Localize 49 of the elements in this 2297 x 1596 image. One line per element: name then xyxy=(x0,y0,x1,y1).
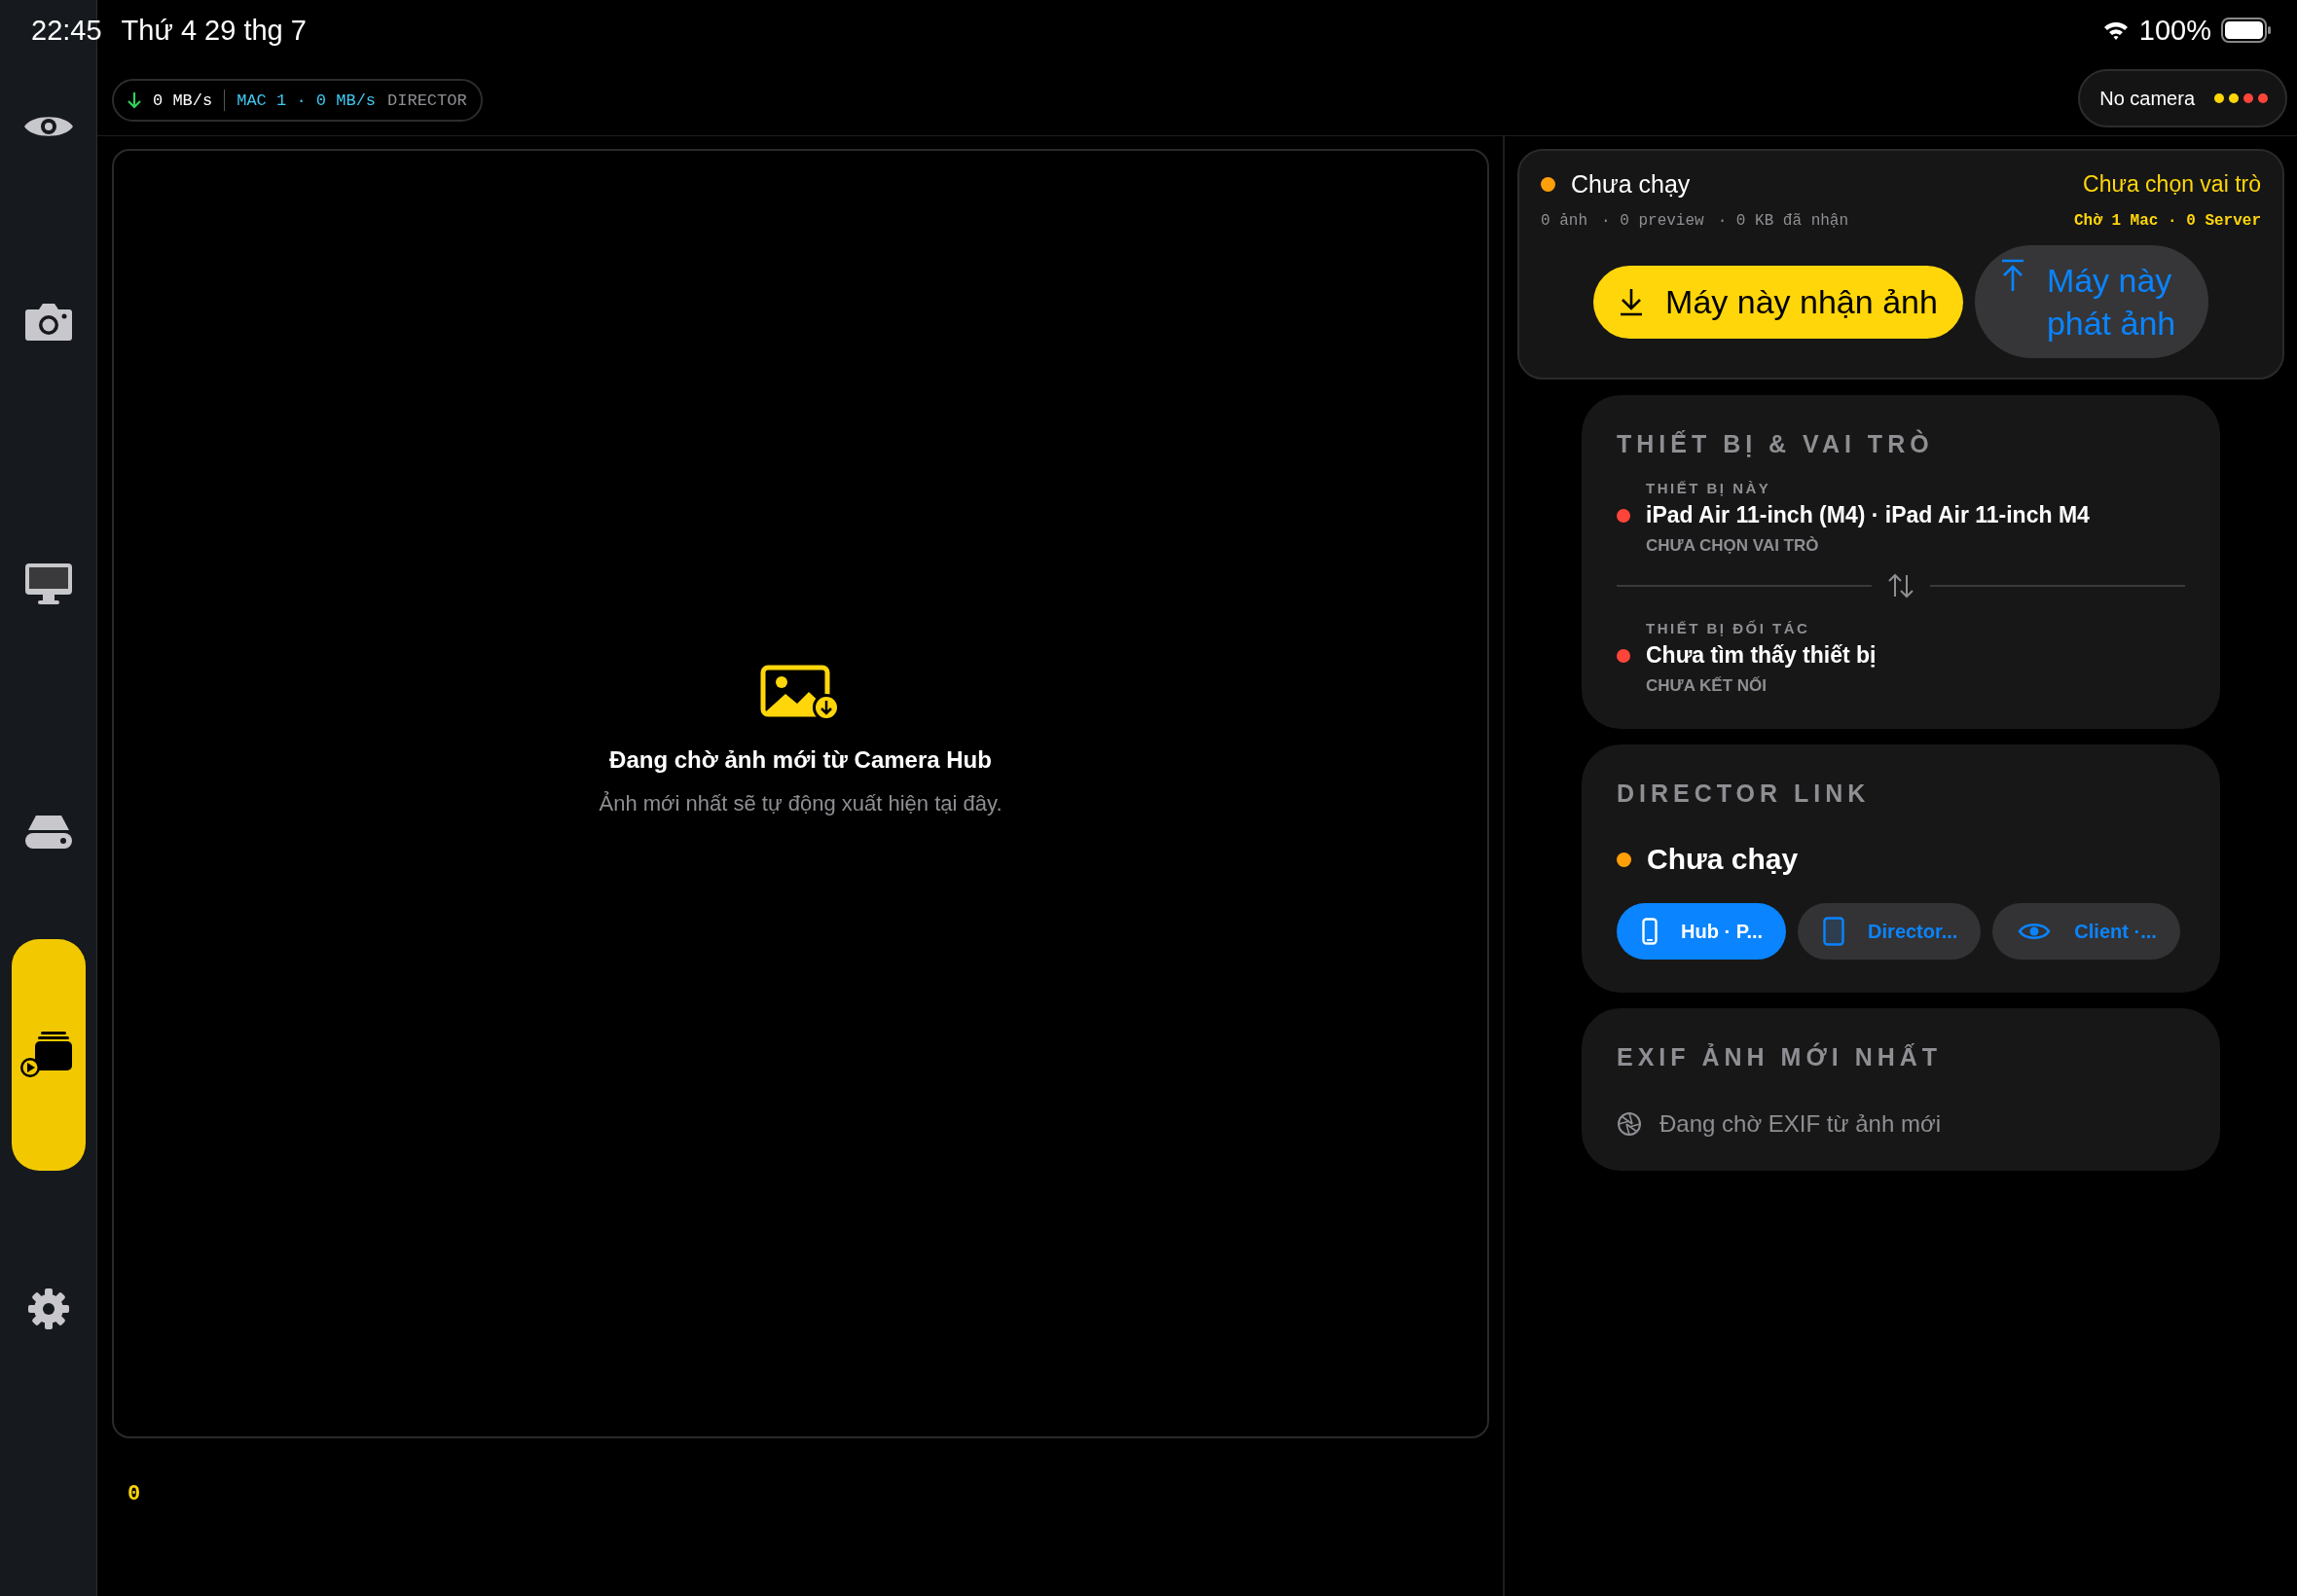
device-status: CHƯA CHỌN VAI TRÒ xyxy=(1646,536,1820,557)
monitor-icon xyxy=(23,562,73,605)
device-label: THIẾT BỊ ĐỐI TÁC xyxy=(1646,620,1811,637)
status-text: Chưa chạy xyxy=(1571,170,1691,199)
preview-title: Đang chờ ảnh mới từ Camera Hub xyxy=(609,745,992,774)
preview-subtitle: Ảnh mới nhất sẽ tự động xuất hiện tại đây. xyxy=(599,790,1003,816)
mode-button[interactable]: Director... xyxy=(1798,903,1982,961)
receive-button[interactable]: Máy này nhận ảnh xyxy=(1593,265,1963,339)
battery-percent: 100% xyxy=(2138,14,2211,47)
tablet-icon xyxy=(1823,917,1845,947)
sidebar-item[interactable] xyxy=(11,939,86,1171)
download-arrow-icon xyxy=(128,91,141,109)
status-dot xyxy=(1617,648,1630,663)
phone-icon xyxy=(1642,918,1658,946)
section-title: THIẾT BỊ & VAI TRÒ xyxy=(1617,430,1935,459)
device-name: iPad Air 11-inch (M4) · iPad Air 11-inch M4 xyxy=(1646,502,2090,529)
drive-icon xyxy=(23,815,73,850)
stat-text: · 0 KB đã nhận xyxy=(1717,212,1849,230)
section-title: EXIF ẢNH MỚI NHẤT xyxy=(1617,1043,1944,1072)
mac-rate: MAC 1 · 0 MB/s xyxy=(237,91,377,110)
device-name: Chưa tìm thấy thiết bị xyxy=(1646,642,1877,670)
exif-message: Đang chờ EXIF từ ảnh mới xyxy=(1659,1110,1941,1139)
device-status: CHƯA KẾT NỐI xyxy=(1646,676,1768,697)
status-dot xyxy=(1617,508,1630,523)
settings-icon xyxy=(26,1288,70,1330)
battery-icon xyxy=(2221,18,2272,43)
waiting-text: Chờ 1 Mac · 0 Server xyxy=(2073,212,2261,230)
role-status: Chưa chọn vai trò xyxy=(2083,171,2261,198)
download-rate: 0 MB/s xyxy=(153,91,213,110)
status-time: 22:45 xyxy=(31,14,102,47)
status-dot xyxy=(1617,852,1631,867)
swap-arrows-icon xyxy=(1887,573,1914,599)
download-icon xyxy=(1619,287,1645,317)
status-dot xyxy=(1541,177,1555,192)
upload-icon xyxy=(1999,259,2025,292)
stat-text: 0 ảnh xyxy=(1541,212,1587,230)
send-button[interactable]: Máy này phát ảnh xyxy=(1974,245,2208,359)
link-status: Chưa chạy xyxy=(1647,843,1799,877)
stat-text: · 0 preview xyxy=(1601,212,1704,230)
role-label: DIRECTOR xyxy=(387,91,467,110)
status-date: Thứ 4 29 thg 7 xyxy=(121,14,307,47)
camera-status-chip[interactable]: No camera xyxy=(2078,69,2287,127)
section-title: DIRECTOR LINK xyxy=(1617,780,1872,809)
photo-counter: 0 xyxy=(128,1482,142,1506)
device-label: THIẾT BỊ NÀY xyxy=(1646,480,1772,497)
mode-button[interactable]: Client ·... xyxy=(1992,903,2180,961)
mode-button[interactable]: Hub · P... xyxy=(1617,903,1787,961)
camera-icon xyxy=(23,301,73,342)
aperture-icon xyxy=(1617,1111,1642,1138)
